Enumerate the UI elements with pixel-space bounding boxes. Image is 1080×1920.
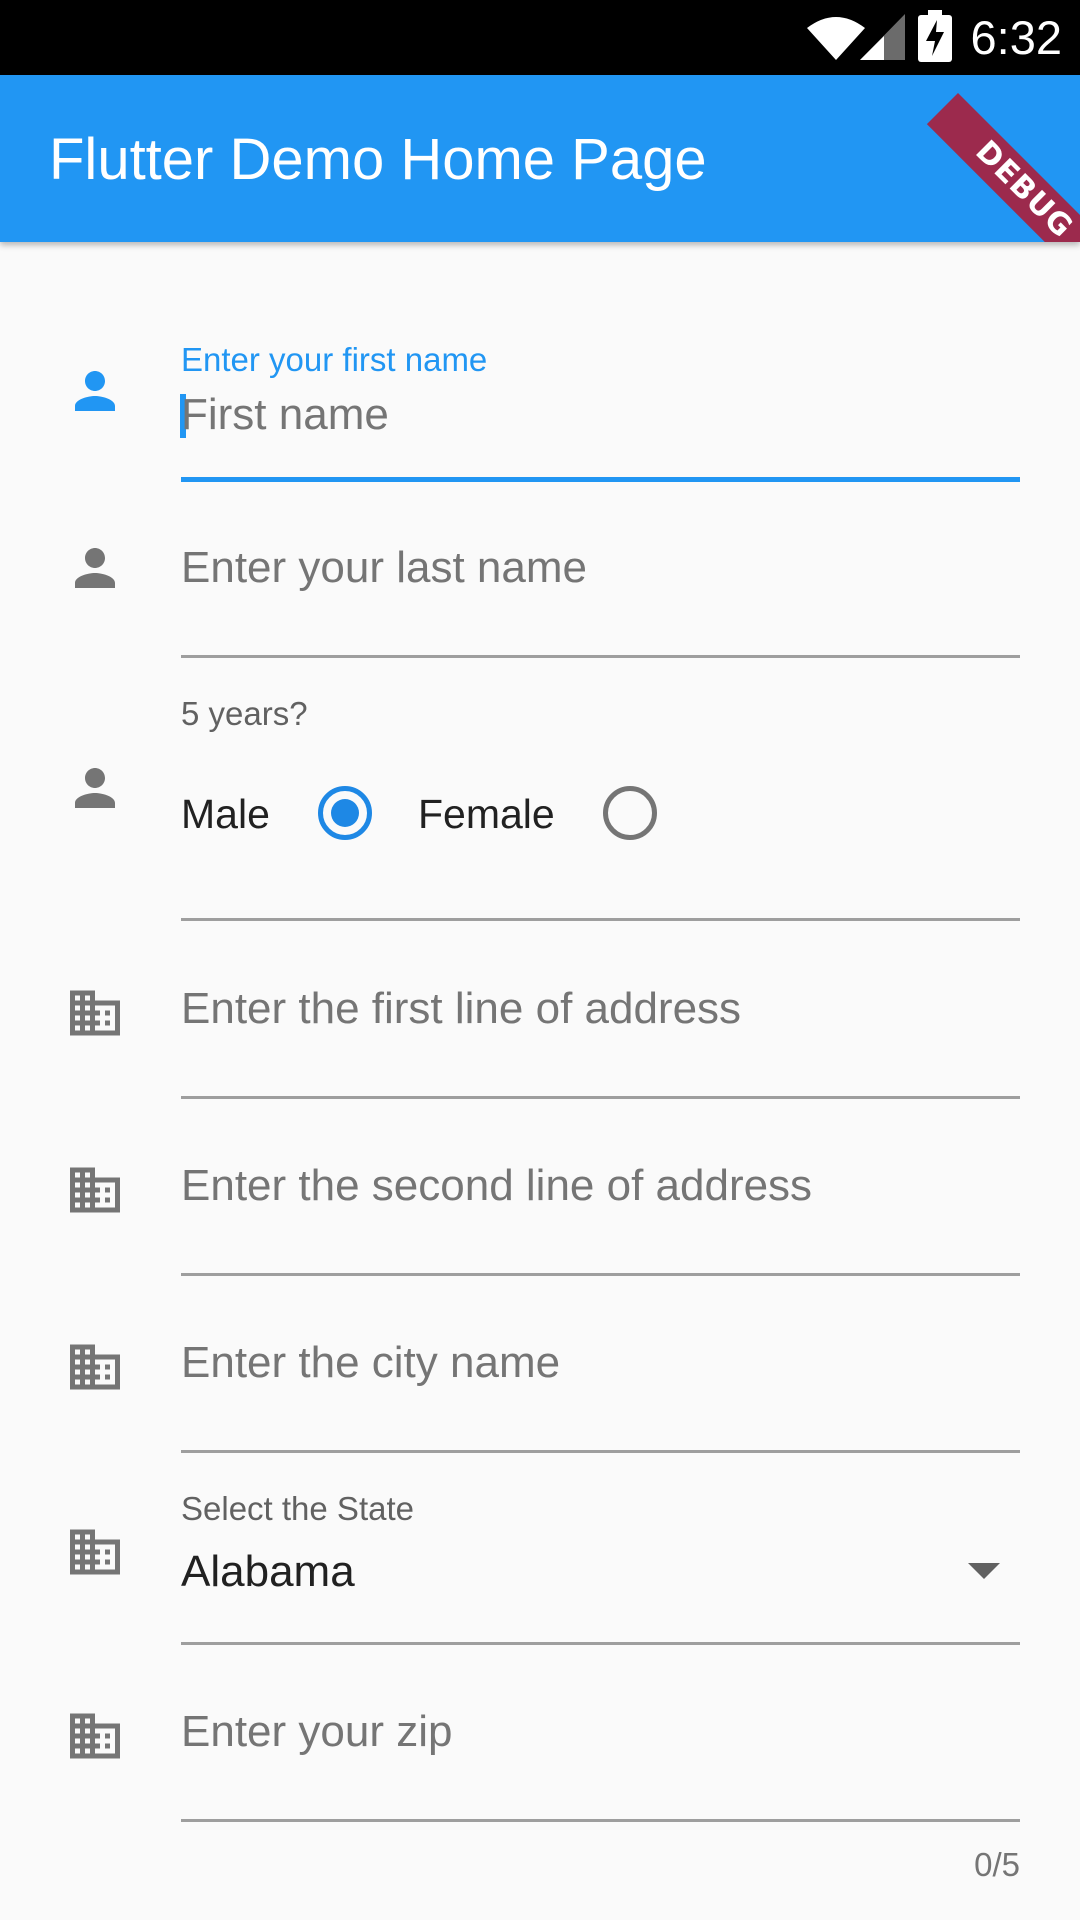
person-icon: [75, 548, 115, 588]
male-option-label: Male: [181, 791, 270, 837]
last-name-underline: [181, 655, 1020, 658]
female-radio[interactable]: [603, 786, 657, 840]
last-name-input[interactable]: Enter your last name: [181, 542, 587, 594]
first-name-input[interactable]: First name: [181, 389, 389, 441]
battery-charging-icon: [918, 10, 952, 62]
business-icon: [70, 1167, 120, 1213]
business-icon: [70, 1713, 120, 1759]
business-icon: [70, 1344, 120, 1390]
wifi-icon: [807, 17, 865, 60]
state-label: Select the State: [181, 1490, 414, 1527]
person-icon: [75, 768, 115, 808]
zip-character-counter: 0/5: [974, 1846, 1020, 1883]
city-input[interactable]: Enter the city name: [181, 1337, 560, 1389]
state-underline: [181, 1642, 1020, 1645]
app-bar: Flutter Demo Home Page DEBUG: [0, 75, 1080, 242]
state-dropdown[interactable]: Alabama: [181, 1546, 355, 1598]
business-icon: [70, 990, 120, 1036]
status-bar: 6:32: [0, 0, 1080, 75]
person-icon: [75, 371, 115, 411]
address-line1-input[interactable]: Enter the first line of address: [181, 983, 741, 1035]
address-line1-underline: [181, 1096, 1020, 1099]
female-option-label: Female: [418, 791, 555, 837]
first-name-underline: [181, 477, 1020, 482]
business-icon: [70, 1529, 120, 1575]
address-line2-input[interactable]: Enter the second line of address: [181, 1160, 812, 1212]
dropdown-arrow-icon[interactable]: [968, 1563, 1000, 1579]
address-line2-underline: [181, 1273, 1020, 1276]
status-time: 6:32: [970, 11, 1062, 64]
debug-banner: DEBUG: [926, 93, 1080, 242]
first-name-label: Enter your first name: [181, 341, 488, 378]
zip-input[interactable]: Enter your zip: [181, 1706, 452, 1758]
zip-underline: [181, 1819, 1020, 1822]
gender-underline: [181, 918, 1020, 921]
cell-signal-icon: [860, 14, 905, 60]
male-radio[interactable]: [318, 786, 372, 840]
city-underline: [181, 1450, 1020, 1453]
page-title: Flutter Demo Home Page: [49, 127, 707, 192]
gender-helper-text: 5 years?: [181, 695, 308, 732]
